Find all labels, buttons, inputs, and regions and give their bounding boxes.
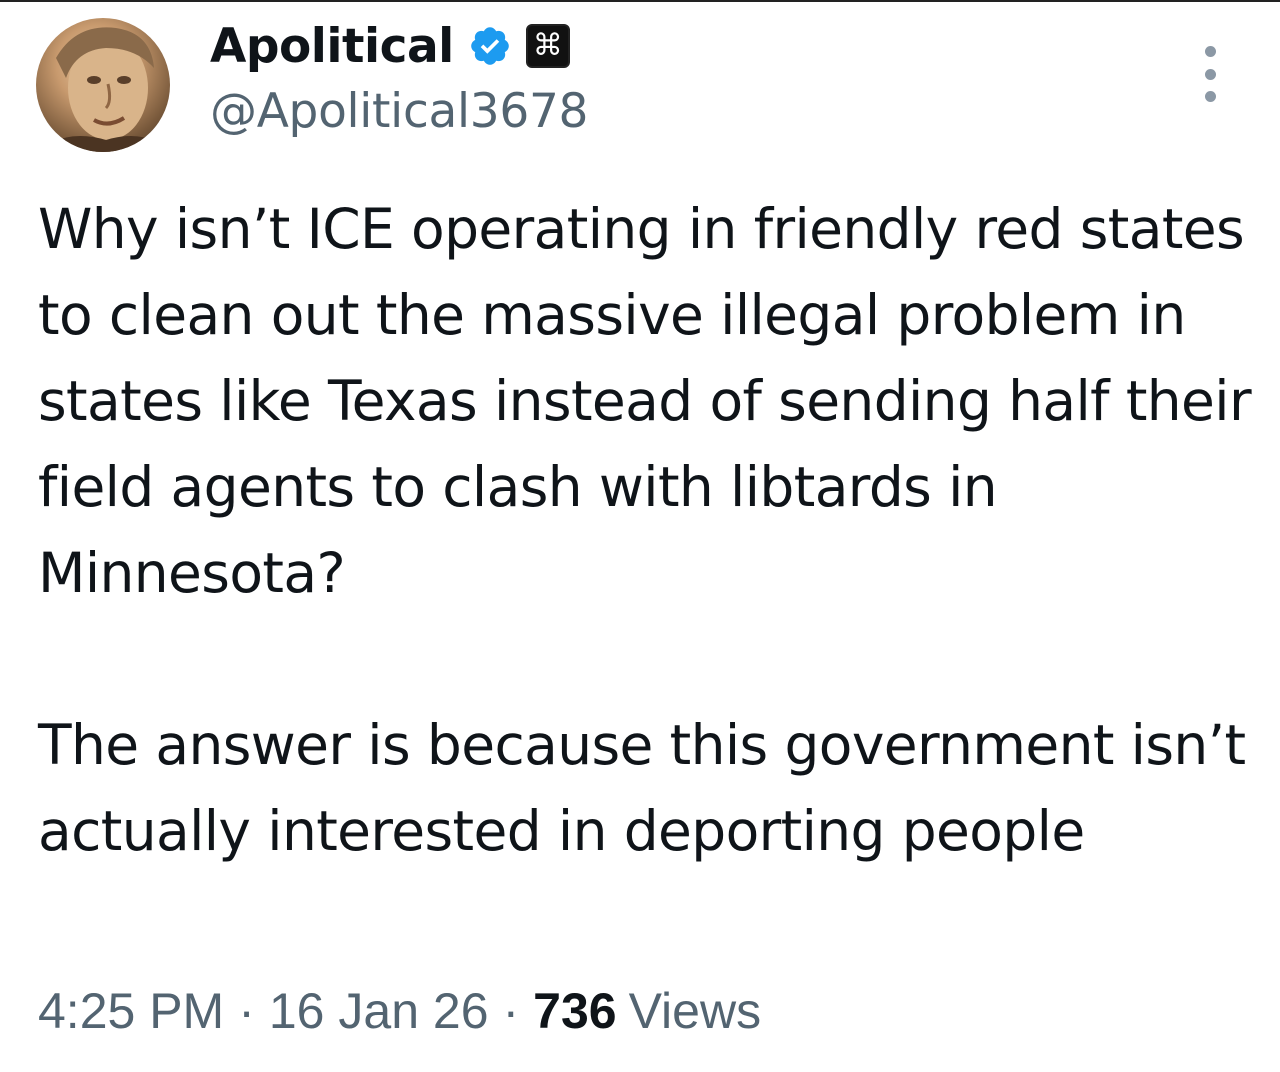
tweet-body: Why isn’t ICE operating in friendly red … [38,186,1258,874]
verified-badge-icon [471,27,509,65]
display-name[interactable]: Apolitical [210,19,454,74]
author-name-row: Apolitical ⌘ [210,14,570,78]
avatar[interactable] [36,18,170,152]
more-dot [1204,46,1216,57]
views-count[interactable]: 736 [533,982,628,1040]
user-handle[interactable]: @Apolitical3678 [210,84,588,139]
tweet-paragraph: Why isn’t ICE operating in friendly red … [38,197,1252,605]
top-divider [0,0,1280,2]
more-dot [1204,68,1216,80]
tweet-card: Apolitical ⌘ @Apolitical3678 Why isn’t I… [0,0,1280,1072]
tweet-time[interactable]: 4:25 PM [38,982,224,1040]
separator: · [238,983,255,1039]
portrait-avatar-icon [36,27,170,152]
tweet-paragraph: The answer is because this government is… [38,713,1246,863]
tweet-date[interactable]: 16 Jan 26 [269,982,489,1040]
views-label: Views [628,983,762,1039]
command-key-icon[interactable]: ⌘ [525,24,570,68]
more-options-icon[interactable] [1194,46,1226,102]
more-dot [1204,91,1216,102]
tweet-metadata: 4:25 PM · 16 Jan 26 · 736 Views [38,982,761,1040]
separator: · [502,983,520,1039]
